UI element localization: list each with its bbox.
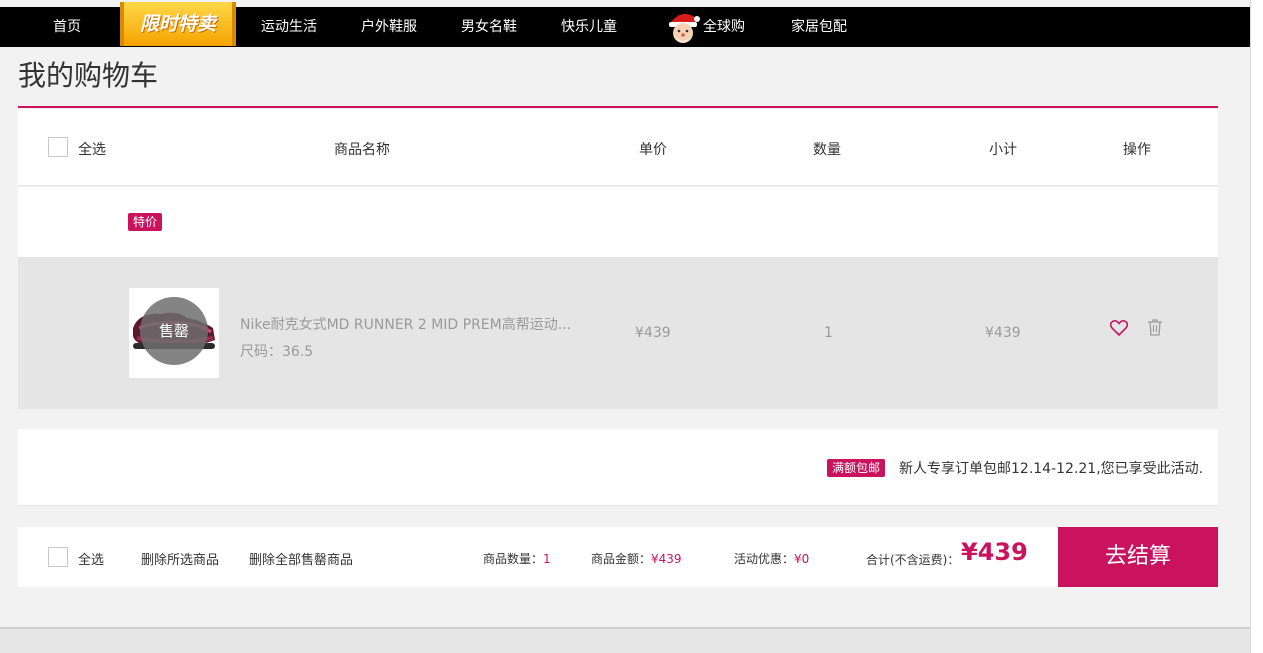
col-unit-price: 单价 [639, 142, 667, 158]
free-shipping-badge: 满额包邮 [827, 459, 886, 477]
nav-flash-sale[interactable]: 限时特卖 [120, 2, 236, 46]
nav-sports-life[interactable]: 运动生活 [261, 7, 317, 47]
discount-value: ¥0 [794, 552, 810, 566]
nav-global[interactable]: 全球购 [703, 7, 745, 47]
soldout-overlay: 售罄 [140, 297, 208, 365]
nav-kids[interactable]: 快乐儿童 [561, 7, 617, 47]
top-nav: 首页 限时特卖 运动生活 户外鞋服 男女名鞋 快乐儿童 全球购 家居包配 [0, 2, 1250, 47]
delete-soldout-button[interactable]: 删除全部售罄商品 [249, 549, 353, 568]
nav-home[interactable]: 首页 [53, 7, 81, 47]
promo-row: 满额包邮 新人专享订单包邮12.14-12.21,您已享受此活动. [18, 429, 1218, 506]
item-quantity: 1 [824, 325, 833, 341]
col-subtotal: 小计 [989, 142, 1017, 158]
cart-table-header: 全选 商品名称 单价 数量 小计 操作 [18, 109, 1218, 186]
nav-brand-shoes[interactable]: 男女名鞋 [461, 7, 517, 47]
footer-select-all-checkbox[interactable] [48, 547, 68, 567]
col-product-name: 商品名称 [334, 142, 390, 158]
scrollbar-track[interactable] [1250, 0, 1263, 653]
product-thumbnail[interactable]: 售罄 [129, 288, 219, 378]
delete-selected-button[interactable]: 删除所选商品 [141, 549, 219, 568]
total-value: ¥439 [961, 538, 1028, 566]
item-count-label: 商品数量： [483, 552, 544, 566]
select-all-checkbox[interactable] [48, 137, 68, 157]
page-bottom-band [0, 627, 1250, 653]
item-amount-value: ¥439 [651, 552, 682, 566]
promo-text: 新人专享订单包邮12.14-12.21,您已享受此活动. [899, 461, 1204, 477]
cart-group: 特价 [18, 187, 1218, 257]
discount-label: 活动优惠： [734, 552, 795, 566]
item-amount: 商品金额：¥439 [591, 550, 682, 567]
special-price-badge: 特价 [128, 213, 163, 231]
product-name[interactable]: Nike耐克女式MD RUNNER 2 MID PREM高帮运动... [240, 314, 571, 334]
item-count-value: 1 [543, 552, 551, 566]
footer-select-all-label[interactable]: 全选 [78, 549, 104, 568]
cart-item-row: 售罄 Nike耐克女式MD RUNNER 2 MID PREM高帮运动... 尺… [18, 257, 1218, 409]
checkout-button[interactable]: 去结算 [1058, 527, 1218, 587]
nav-home-bags[interactable]: 家居包配 [791, 7, 847, 47]
nav-outdoor[interactable]: 户外鞋服 [361, 7, 417, 47]
trash-icon[interactable] [1147, 319, 1163, 336]
item-count: 商品数量：1 [483, 550, 551, 567]
page-title: 我的购物车 [18, 59, 159, 92]
col-actions: 操作 [1123, 142, 1151, 158]
select-all-label[interactable]: 全选 [78, 139, 106, 159]
heart-icon[interactable] [1110, 320, 1128, 336]
col-quantity: 数量 [813, 142, 841, 158]
title-divider [18, 106, 1218, 108]
item-subtotal: ¥439 [985, 325, 1021, 341]
cart-footer: 全选 删除所选商品 删除全部售罄商品 商品数量：1 商品金额：¥439 活动优惠… [18, 527, 1218, 587]
santa-icon [669, 13, 700, 43]
total-label: 合计(不含运费)： [866, 553, 960, 567]
item-amount-label: 商品金额： [591, 552, 652, 566]
product-size: 尺码：36.5 [240, 344, 314, 360]
discount: 活动优惠：¥0 [734, 550, 809, 567]
item-unit-price: ¥439 [635, 325, 671, 341]
